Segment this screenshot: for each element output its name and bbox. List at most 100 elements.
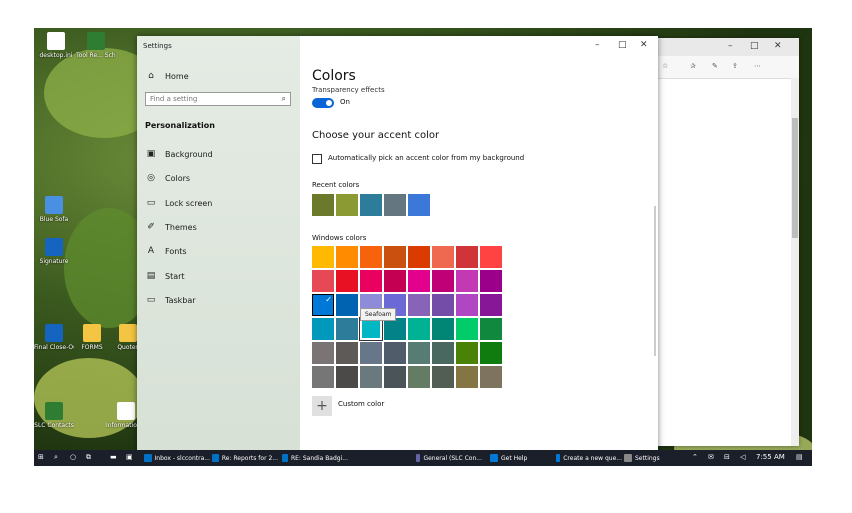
windows-color-swatch[interactable] <box>360 318 382 340</box>
nav-colors[interactable]: ◎ Colors <box>145 170 190 186</box>
windows-color-swatch[interactable] <box>384 366 406 388</box>
desktop-icon[interactable]: FORMS <box>72 324 112 351</box>
favorites-icon[interactable]: ✰ <box>690 62 696 70</box>
tray-chevron-icon[interactable]: ⌃ <box>692 453 698 461</box>
windows-color-swatch[interactable] <box>480 366 502 388</box>
recent-color-swatch[interactable] <box>336 194 358 216</box>
windows-color-swatch[interactable] <box>456 342 478 364</box>
settings-window[interactable]: Settings ⌂ Home Find a setting ⌕ Persona… <box>137 36 658 452</box>
windows-color-swatch[interactable] <box>312 318 334 340</box>
desktop-icon[interactable]: SLC Contacts <box>34 402 74 429</box>
clock[interactable]: 7:55 AM <box>756 453 785 461</box>
taskbar-item[interactable]: Get Help <box>490 450 556 466</box>
edge-maximize-button[interactable]: □ <box>750 41 759 51</box>
custom-color-button[interactable]: + <box>312 396 332 416</box>
recent-color-swatch[interactable] <box>312 194 334 216</box>
windows-color-swatch[interactable] <box>432 342 454 364</box>
favorite-star-icon[interactable]: ☆ <box>662 62 668 70</box>
taskbar-item[interactable]: RE: Sandia Badgi... <box>282 450 348 466</box>
taskbar-item[interactable]: Inbox - slccontra... <box>144 450 210 466</box>
windows-color-swatch[interactable] <box>312 246 334 268</box>
windows-color-swatch[interactable] <box>336 318 358 340</box>
tray-volume-icon[interactable]: ◁ <box>740 453 745 461</box>
recent-color-swatch[interactable] <box>408 194 430 216</box>
windows-color-swatch[interactable]: ✓ <box>312 294 334 316</box>
windows-color-swatch[interactable] <box>456 366 478 388</box>
windows-color-swatch[interactable] <box>336 366 358 388</box>
tray-network-icon[interactable]: ⊟ <box>724 453 730 461</box>
windows-color-swatch[interactable] <box>360 366 382 388</box>
task-view-icon[interactable]: ⧉ <box>86 453 91 462</box>
windows-color-swatch[interactable] <box>432 366 454 388</box>
desktop-icon[interactable]: Tool Re... Schedul... <box>76 32 116 59</box>
maximize-button[interactable]: □ <box>618 40 627 50</box>
windows-color-swatch[interactable] <box>408 294 430 316</box>
windows-color-swatch[interactable] <box>336 342 358 364</box>
windows-color-swatch[interactable] <box>432 294 454 316</box>
windows-color-swatch[interactable] <box>480 246 502 268</box>
windows-color-swatch[interactable] <box>336 246 358 268</box>
desktop-icon[interactable]: Blue Sofa <box>34 196 74 223</box>
more-icon[interactable]: ⋯ <box>754 62 761 70</box>
windows-color-swatch[interactable] <box>384 270 406 292</box>
nav-start[interactable]: ▤ Start <box>145 268 185 284</box>
close-button[interactable]: ✕ <box>640 40 648 50</box>
desktop-icon[interactable]: desktop.ini <box>36 32 76 59</box>
search-icon[interactable]: ⌕ <box>54 453 58 462</box>
taskbar-item[interactable]: Re: Reports for 2... <box>212 450 278 466</box>
taskbar-item[interactable]: Settings <box>624 450 690 466</box>
tray-mail-icon[interactable]: ✉ <box>708 453 714 461</box>
windows-color-swatch[interactable] <box>408 318 430 340</box>
edge-scrollbar[interactable] <box>791 78 799 446</box>
search-input[interactable]: Find a setting ⌕ <box>145 92 291 106</box>
taskbar-item[interactable]: General (SLC Con... <box>416 450 482 466</box>
windows-color-swatch[interactable] <box>408 246 430 268</box>
pen-icon[interactable]: ✎ <box>712 62 718 70</box>
edge-minimize-button[interactable]: – <box>728 41 733 51</box>
windows-color-swatch[interactable] <box>384 318 406 340</box>
store-icon[interactable]: ▣ <box>126 453 133 461</box>
windows-color-swatch[interactable] <box>360 246 382 268</box>
windows-start-icon[interactable]: ⊞ <box>38 453 44 461</box>
windows-color-swatch[interactable] <box>456 246 478 268</box>
windows-color-swatch[interactable] <box>360 342 382 364</box>
windows-color-swatch[interactable] <box>336 294 358 316</box>
windows-color-swatch[interactable] <box>408 366 430 388</box>
windows-color-swatch[interactable] <box>456 318 478 340</box>
windows-color-swatch[interactable] <box>408 342 430 364</box>
windows-color-swatch[interactable] <box>480 270 502 292</box>
edge-close-button[interactable]: ✕ <box>774 41 782 51</box>
windows-color-swatch[interactable] <box>312 366 334 388</box>
windows-color-swatch[interactable] <box>408 270 430 292</box>
taskbar-item[interactable]: Create a new que... <box>556 450 622 466</box>
transparency-toggle[interactable] <box>312 98 334 108</box>
windows-color-swatch[interactable] <box>312 342 334 364</box>
nav-fonts[interactable]: A Fonts <box>145 243 187 259</box>
recent-color-swatch[interactable] <box>384 194 406 216</box>
cortana-icon[interactable]: ○ <box>70 453 76 461</box>
desktop-icon[interactable]: Final Close-Ou... <box>34 324 74 351</box>
edge-scroll-thumb[interactable] <box>792 118 798 238</box>
windows-color-swatch[interactable] <box>480 294 502 316</box>
windows-color-swatch[interactable] <box>456 294 478 316</box>
windows-color-swatch[interactable] <box>432 270 454 292</box>
desktop-icon[interactable]: Signature <box>34 238 74 265</box>
windows-color-swatch[interactable] <box>432 246 454 268</box>
windows-color-swatch[interactable] <box>384 246 406 268</box>
windows-color-swatch[interactable] <box>312 270 334 292</box>
nav-background[interactable]: ▣ Background <box>145 146 213 162</box>
file-explorer-icon[interactable]: ▬ <box>110 453 117 461</box>
windows-color-swatch[interactable] <box>384 342 406 364</box>
windows-color-swatch[interactable] <box>336 270 358 292</box>
nav-themes[interactable]: ✐ Themes <box>145 219 197 235</box>
windows-color-swatch[interactable] <box>432 318 454 340</box>
nav-taskbar[interactable]: ▭ Taskbar <box>145 292 196 308</box>
windows-color-swatch[interactable] <box>456 270 478 292</box>
content-scrollbar[interactable] <box>654 206 656 356</box>
nav-lock-screen[interactable]: ▭ Lock screen <box>145 195 213 211</box>
custom-color-label[interactable]: Custom color <box>338 400 384 408</box>
windows-color-swatch[interactable] <box>480 318 502 340</box>
recent-color-swatch[interactable] <box>360 194 382 216</box>
minimize-button[interactable]: – <box>595 40 600 50</box>
windows-color-swatch[interactable] <box>360 270 382 292</box>
